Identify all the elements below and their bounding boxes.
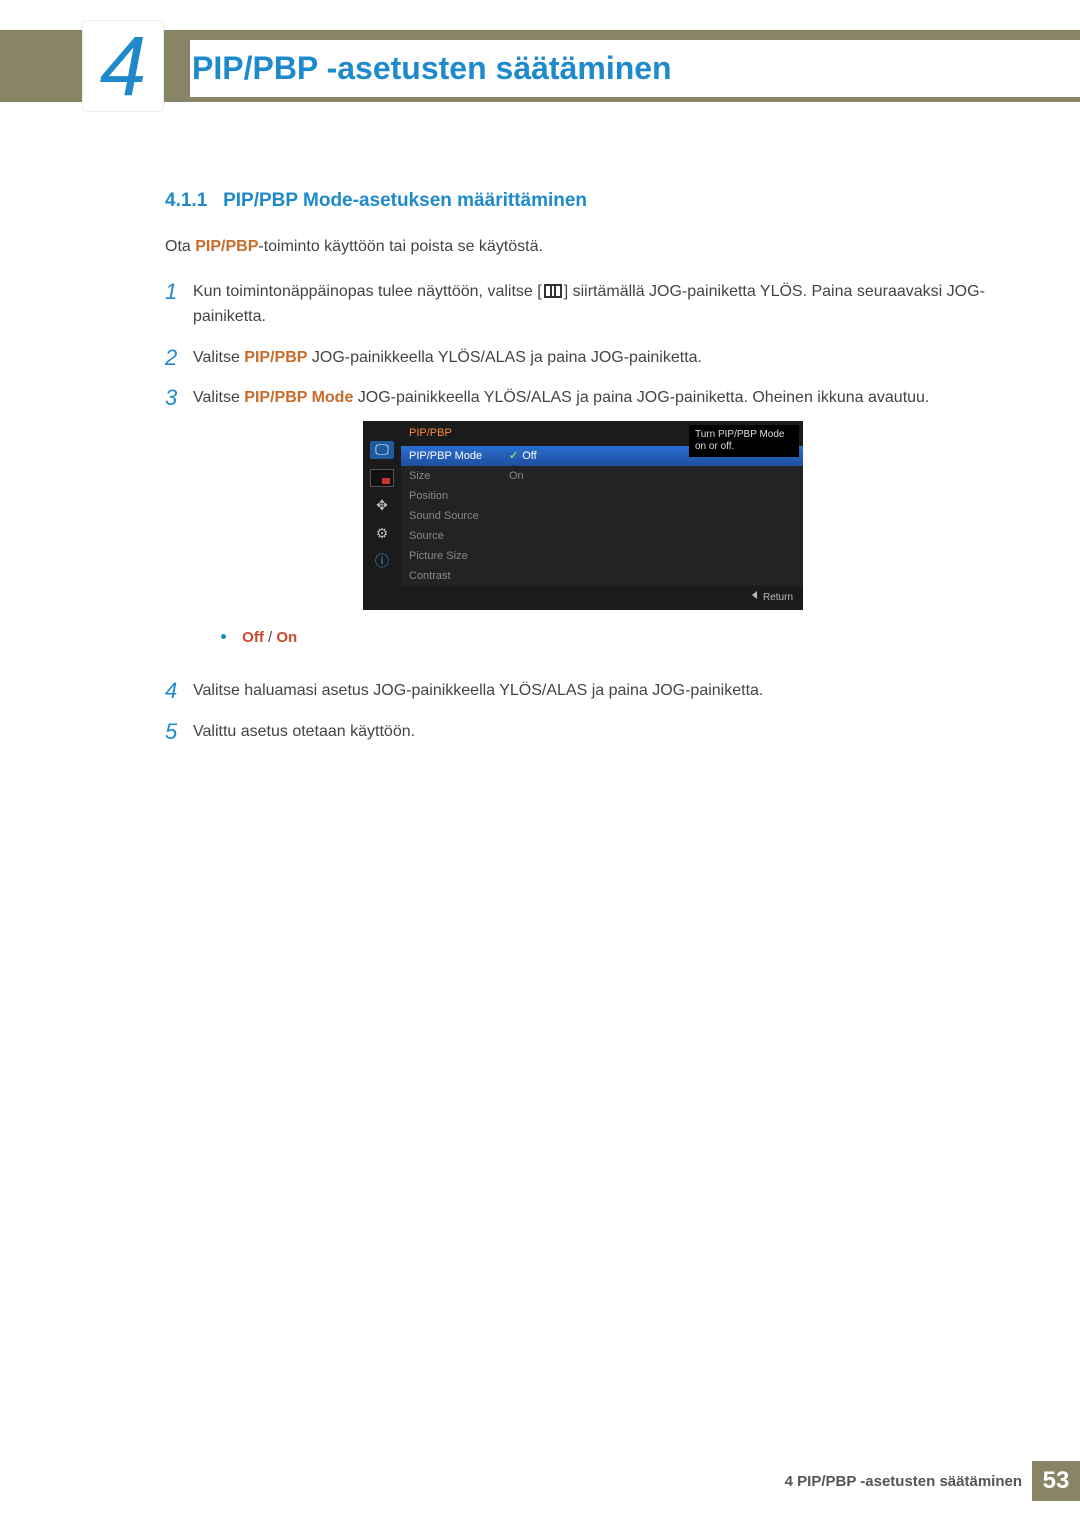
step-text: JOG-painikkeella YLÖS/ALAS ja paina JOG-… [353, 389, 929, 406]
osd-row-size: Size On [401, 466, 803, 486]
step-number: 3 [165, 386, 193, 663]
content-area: 4.1.1 PIP/PBP Mode-asetuksen määrittämin… [165, 190, 990, 761]
step-text: Kun toimintonäppäinopas tulee näyttöön, … [193, 283, 542, 300]
osd-label: Sound Source [409, 508, 509, 525]
osd-row-source: Source [401, 526, 803, 546]
page-footer: 4 PIP/PBP -asetusten säätäminen 53 [785, 1461, 1080, 1501]
osd-label: Picture Size [409, 548, 509, 565]
monitor-icon: 🖵 [370, 441, 394, 459]
pip-icon [370, 469, 394, 487]
step-body: Valitse PIP/PBP Mode JOG-painikkeella YL… [193, 386, 990, 663]
page-number: 53 [1032, 1461, 1080, 1501]
step-3: 3 Valitse PIP/PBP Mode JOG-painikkeella … [165, 386, 990, 663]
option-on: On [276, 629, 297, 646]
step-highlight: PIP/PBP [244, 349, 307, 366]
step-number: 5 [165, 720, 193, 745]
osd-footer: Return [363, 586, 803, 610]
osd-label: PIP/PBP Mode [409, 448, 509, 465]
osd-value: On [509, 468, 795, 485]
step-body: Valitse PIP/PBP JOG-painikkeella YLÖS/AL… [193, 346, 990, 371]
osd-screenshot: Turn PIP/PBP Mode on or off. 🖵 ✥ ⚙ ⓘ PIP… [363, 421, 803, 610]
chapter-number: 4 [100, 24, 147, 108]
section-heading: 4.1.1 PIP/PBP Mode-asetuksen määrittämin… [165, 190, 990, 212]
step-number: 1 [165, 280, 193, 330]
section-number: 4.1.1 [165, 190, 207, 211]
step-4: 4 Valitse haluamasi asetus JOG-painikkee… [165, 679, 990, 704]
step-text: JOG-painikkeella YLÖS/ALAS ja paina JOG-… [307, 349, 702, 366]
step-body: Valittu asetus otetaan käyttöön. [193, 720, 990, 745]
chapter-number-box: 4 [82, 20, 164, 112]
osd-value-text: Off [522, 450, 536, 462]
gear-icon: ⚙ [370, 525, 394, 543]
step-text: Valitse [193, 349, 244, 366]
intro-prefix: Ota [165, 238, 195, 255]
step-highlight: PIP/PBP Mode [244, 389, 353, 406]
step-5: 5 Valittu asetus otetaan käyttöön. [165, 720, 990, 745]
step-2: 2 Valitse PIP/PBP JOG-painikkeella YLÖS/… [165, 346, 990, 371]
osd-row-contrast: Contrast [401, 566, 803, 586]
step-text: Valitse [193, 389, 244, 406]
osd-tooltip: Turn PIP/PBP Mode on or off. [689, 425, 799, 457]
osd-label: Contrast [409, 568, 509, 585]
info-icon: ⓘ [370, 553, 394, 571]
osd-row-position: Position [401, 486, 803, 506]
osd-label: Size [409, 468, 509, 485]
chapter-title: PIP/PBP -asetusten säätäminen [190, 40, 1080, 97]
step-number: 4 [165, 679, 193, 704]
intro-suffix: -toiminto käyttöön tai poista se käytöst… [258, 238, 543, 255]
footer-text: 4 PIP/PBP -asetusten säätäminen [785, 1473, 1022, 1490]
step-body: Kun toimintonäppäinopas tulee näyttöön, … [193, 280, 990, 330]
move-icon: ✥ [370, 497, 394, 515]
step-number: 2 [165, 346, 193, 371]
intro-paragraph: Ota PIP/PBP-toiminto käyttöön tai poista… [165, 238, 990, 256]
back-arrow-icon [752, 591, 757, 599]
osd-label: Position [409, 488, 509, 505]
osd-return-label: Return [763, 592, 793, 603]
step-body: Valitse haluamasi asetus JOG-painikkeell… [193, 679, 990, 704]
osd-row-picture-size: Picture Size [401, 546, 803, 566]
osd-sidebar: 🖵 ✥ ⚙ ⓘ [363, 421, 401, 586]
option-bullet: Off / On [221, 626, 990, 649]
option-sep: / [264, 629, 277, 646]
osd-label: Source [409, 528, 509, 545]
check-icon: ✓ [509, 450, 518, 462]
menu-icon [544, 284, 562, 298]
header: 4 PIP/PBP -asetusten säätäminen [0, 0, 1080, 124]
option-off: Off [242, 629, 264, 646]
osd-panel: Turn PIP/PBP Mode on or off. 🖵 ✥ ⚙ ⓘ PIP… [363, 421, 803, 610]
step-1: 1 Kun toimintonäppäinopas tulee näyttöön… [165, 280, 990, 330]
section-title: PIP/PBP Mode-asetuksen määrittäminen [223, 190, 587, 211]
step-list: 1 Kun toimintonäppäinopas tulee näyttöön… [165, 280, 990, 745]
intro-highlight: PIP/PBP [195, 238, 258, 255]
osd-row-sound: Sound Source [401, 506, 803, 526]
bullet-icon [221, 634, 226, 639]
